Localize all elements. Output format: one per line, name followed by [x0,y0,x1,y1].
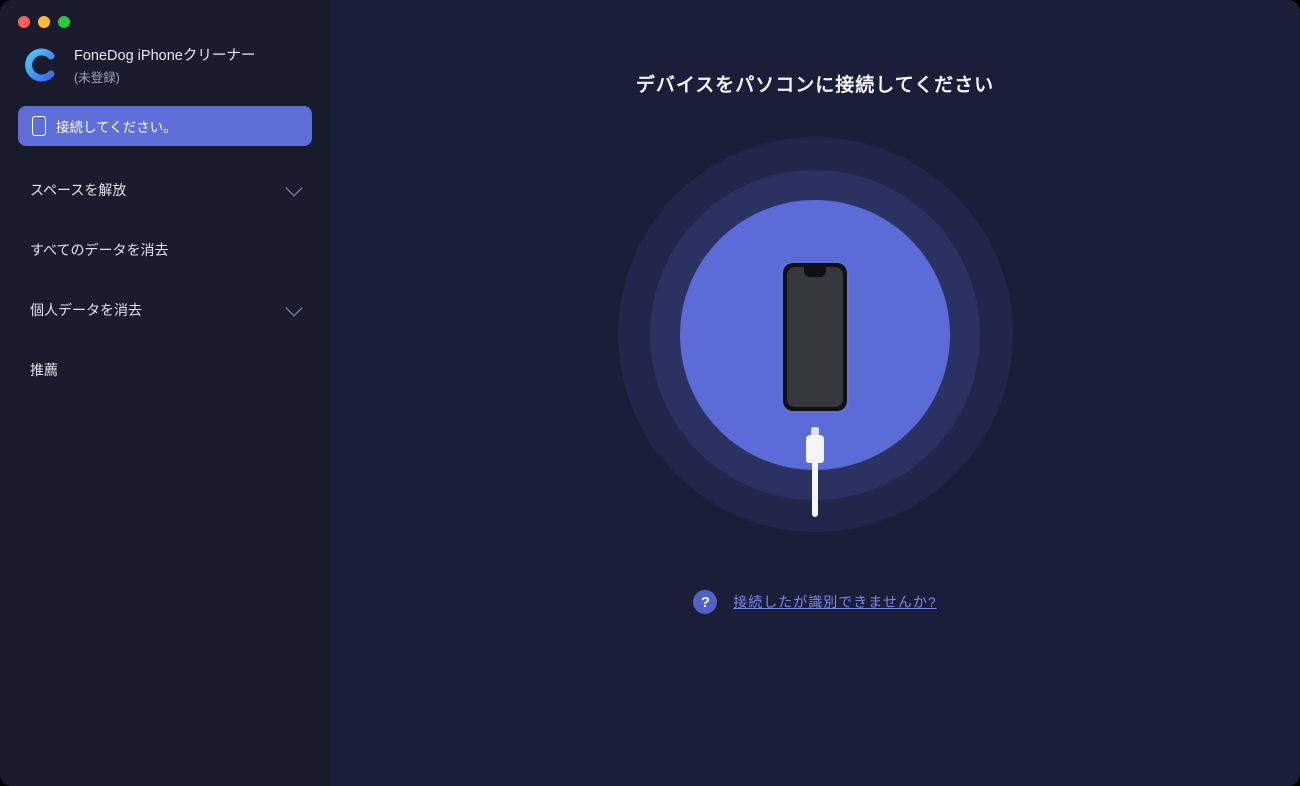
sidebar-nav-list: スペースを解放 すべてのデータを消去 個人データを消去 推薦 [0,146,330,400]
sidebar-item-erase-all[interactable]: すべてのデータを消去 [18,220,312,280]
cable-icon [805,427,825,517]
maximize-window-button[interactable] [58,16,70,28]
brand-block: FoneDog iPhoneクリーナー (未登録) [0,28,330,106]
minimize-window-button[interactable] [38,16,50,28]
sidebar-item-label: すべてのデータを消去 [30,240,168,260]
phone-icon [32,116,46,136]
sidebar-active-label: 接続してください。 [56,116,177,136]
sidebar-item-erase-private[interactable]: 個人データを消去 [18,280,312,340]
sidebar-item-free-space[interactable]: スペースを解放 [18,160,312,220]
app-subtitle: (未登録) [74,67,255,86]
help-link[interactable]: 接続したが識別できませんか? [733,592,936,612]
sidebar-item-label: 個人データを消去 [30,300,142,320]
chevron-down-icon [286,300,303,317]
main-pane: デバイスをパソコンに接続してください ? 接続したが識別できませんか? [330,0,1300,786]
window-controls [0,0,330,28]
chevron-down-icon [286,180,303,197]
app-logo-icon [22,47,58,83]
sidebar-item-label: 推薦 [30,360,58,380]
app-title: FoneDog iPhoneクリーナー [74,44,255,65]
phone-illustration-icon [783,263,847,411]
sidebar-item-connect[interactable]: 接続してください。 [18,106,312,146]
help-row: ? 接続したが識別できませんか? [693,590,936,614]
sidebar: FoneDog iPhoneクリーナー (未登録) 接続してください。 スペース… [0,0,330,786]
help-icon: ? [693,590,717,614]
close-window-button[interactable] [18,16,30,28]
page-title: デバイスをパソコンに接続してください [636,70,994,97]
app-window: FoneDog iPhoneクリーナー (未登録) 接続してください。 スペース… [0,0,1300,786]
sidebar-item-label: スペースを解放 [30,180,126,200]
connect-illustration [618,137,1013,532]
sidebar-item-recommend[interactable]: 推薦 [18,340,312,400]
